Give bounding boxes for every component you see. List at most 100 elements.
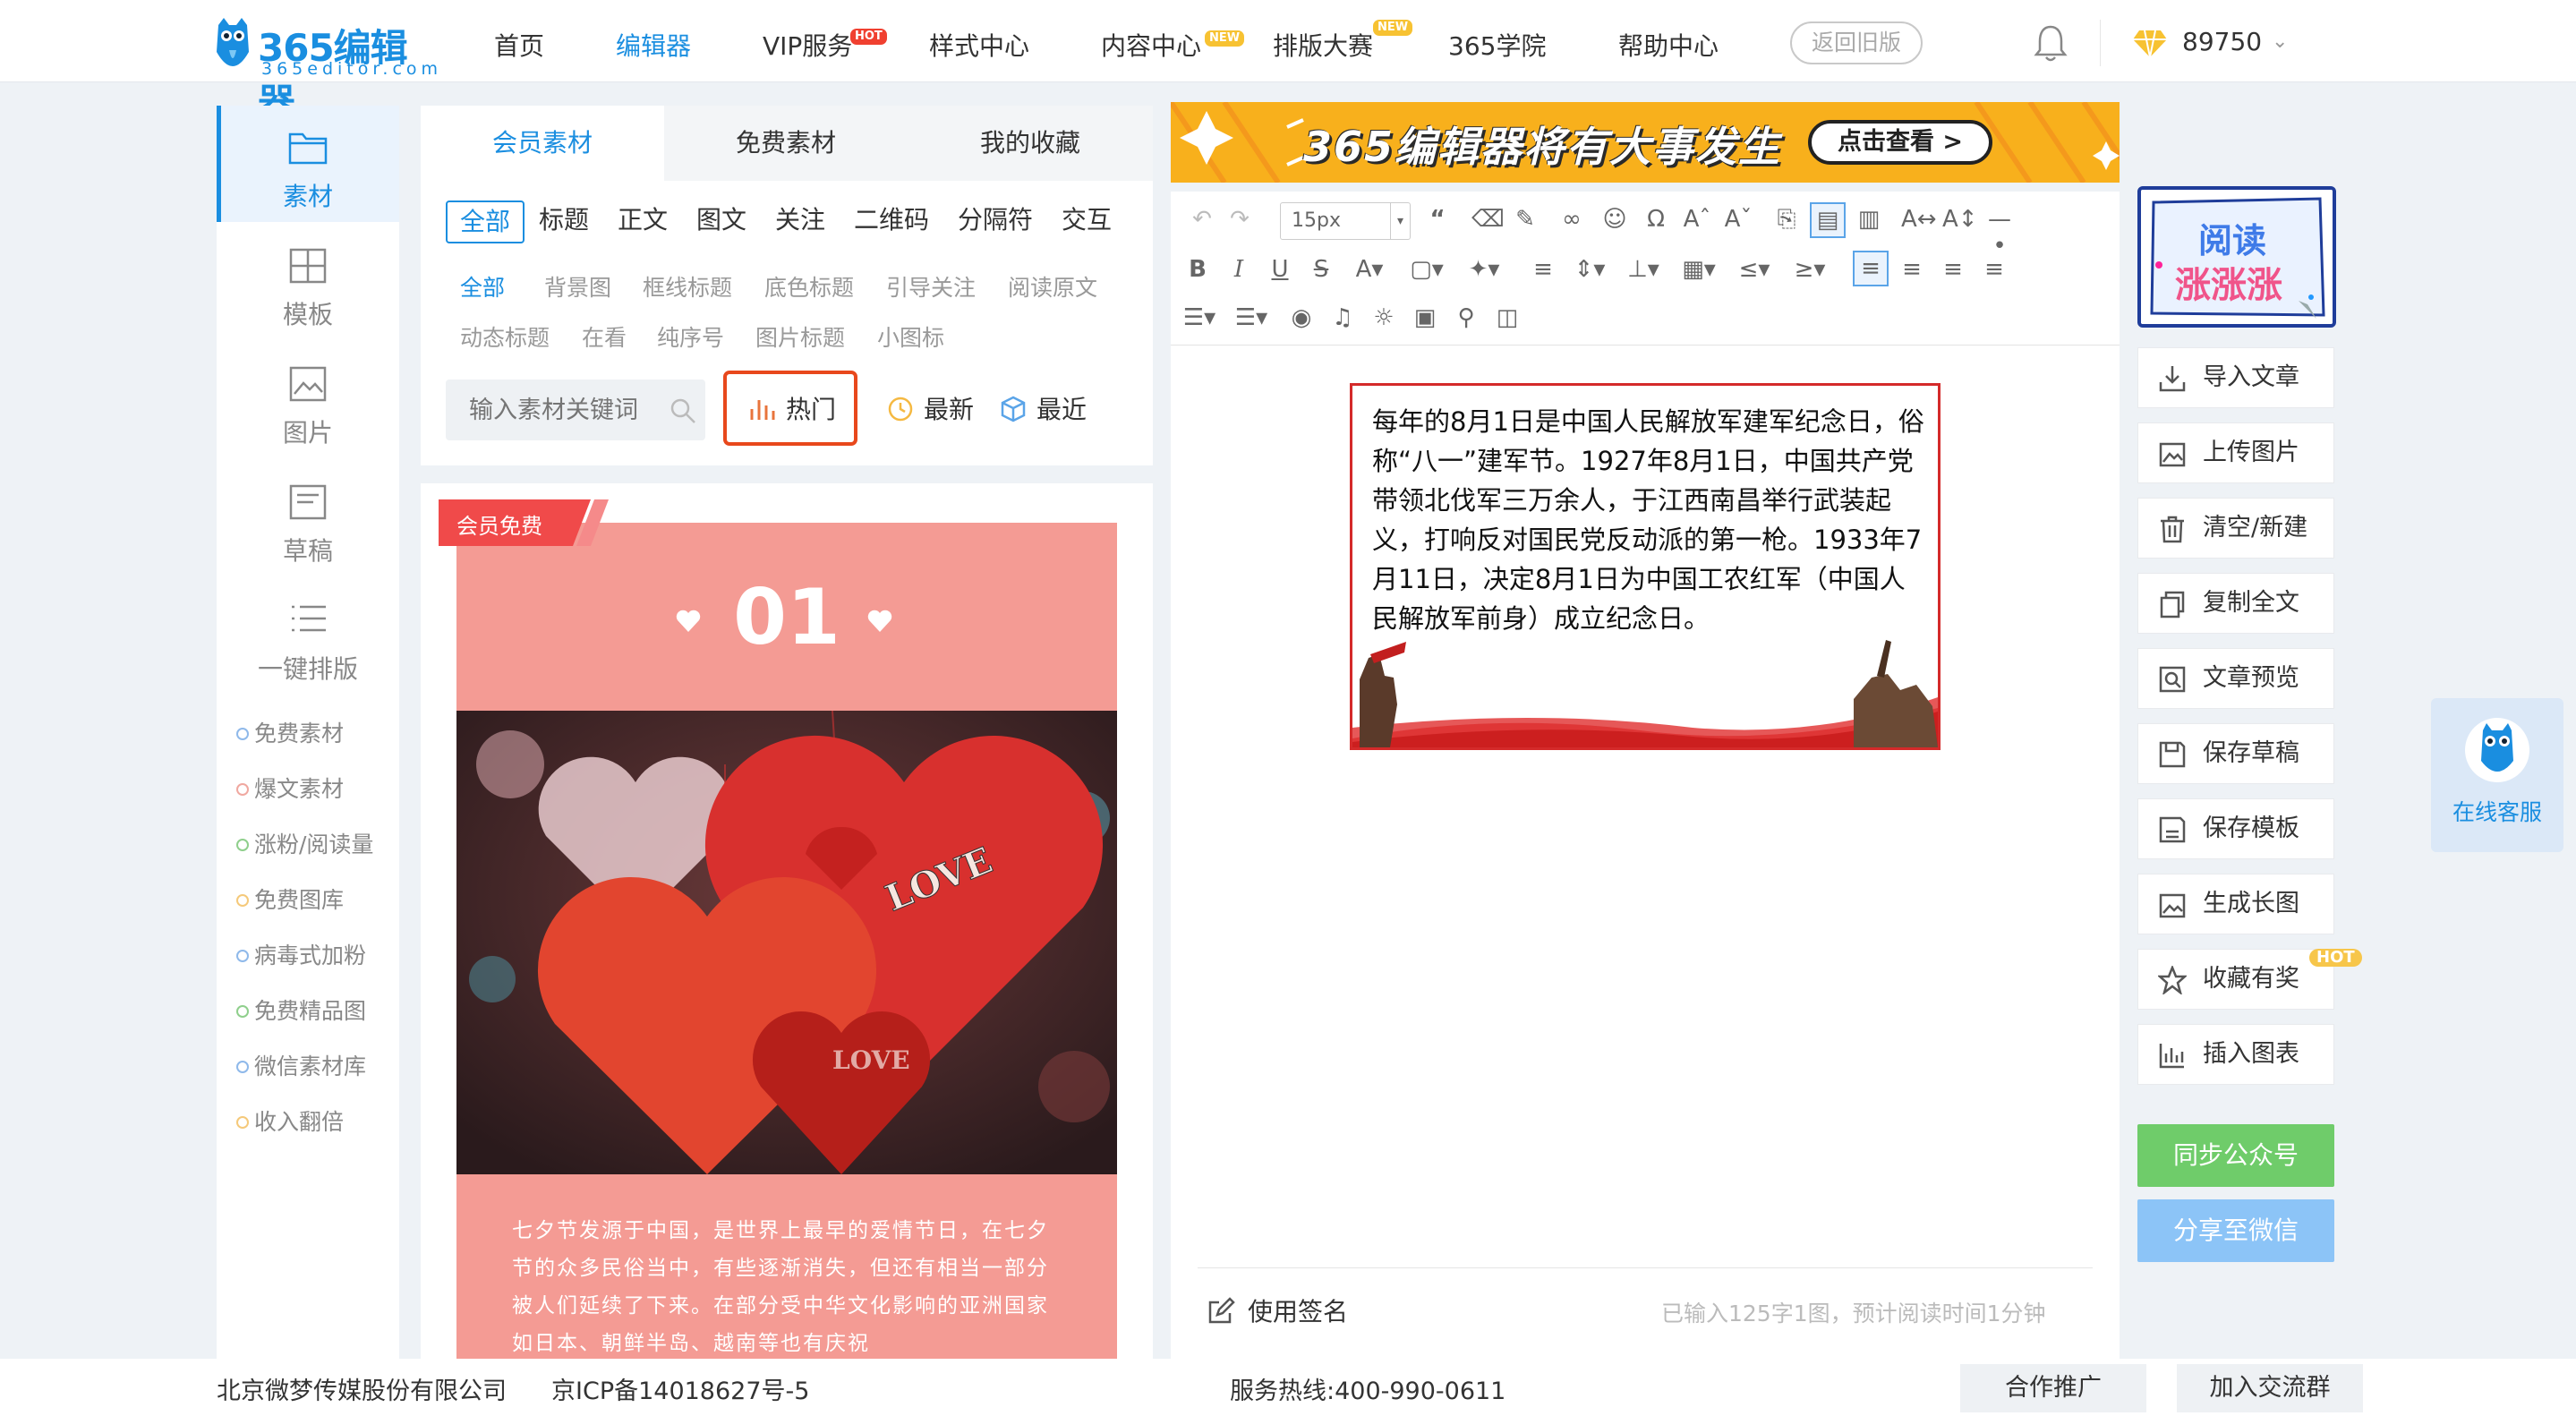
subcategory-item[interactable]: 引导关注 (886, 270, 976, 303)
border-icon[interactable]: ▢▾ (1405, 256, 1448, 283)
paste-icon[interactable]: ⎘ (1772, 206, 1801, 233)
category-follow[interactable]: 关注 (763, 200, 838, 243)
sort-hot-button[interactable]: 热门 (748, 390, 836, 426)
paragraph-before-icon[interactable]: ≤▾ (1733, 256, 1776, 283)
nav-content-center[interactable]: 内容中心 (1101, 27, 1201, 63)
tab-favorites[interactable]: 我的收藏 (908, 106, 1153, 181)
nav-help[interactable]: 帮助中心 (1618, 27, 1719, 63)
promo-banner[interactable]: 365编辑器将有大事发生 点击查看 > (1171, 102, 2120, 183)
favorite-reward-button[interactable]: 收藏有奖 (2137, 949, 2334, 1010)
use-signature-button[interactable]: 使用签名 (1207, 1292, 1348, 1328)
category-body[interactable]: 正文 (605, 200, 680, 243)
html-icon[interactable]: ◫ (1493, 304, 1522, 331)
subcategory-item[interactable]: 纯序号 (657, 320, 724, 353)
article-block[interactable]: 每年的8月1日是中国人民解放军建军纪念日，俗称“八一”建军节。1927年8月1日… (1350, 383, 1941, 750)
partner-button[interactable]: 合作推广 (1960, 1364, 2146, 1412)
subcategory-item[interactable]: 阅读原文 (1008, 270, 1097, 303)
upload-image-button[interactable]: 上传图片 (2137, 422, 2334, 483)
subcategory-item[interactable]: 在看 (582, 320, 627, 353)
align-center-icon[interactable]: ≡ (1898, 256, 1926, 283)
align-right-icon[interactable]: ≡ (1939, 256, 1967, 283)
magic-wand-icon[interactable]: ✦▾ (1463, 256, 1506, 283)
sort-newest-button[interactable]: 最新 (886, 390, 974, 426)
subcategory-all[interactable]: 全部 (460, 270, 505, 303)
category-all[interactable]: 全部 (446, 200, 525, 243)
special-char-icon[interactable]: Ω (1642, 206, 1670, 233)
sidebar-link[interactable]: 涨粉/阅读量 (236, 827, 373, 859)
sidebar-item-one-click-layout[interactable]: 一键排版 (217, 582, 399, 691)
subcategory-item[interactable]: 小图标 (877, 320, 944, 353)
find-replace-icon[interactable]: ⚲ (1452, 304, 1480, 331)
sidebar-link[interactable]: 爆文素材 (236, 772, 344, 804)
paragraph-after-icon[interactable]: ≥▾ (1788, 256, 1831, 283)
subcategory-item[interactable]: 动态标题 (460, 320, 550, 353)
subcategory-item[interactable]: 背景图 (544, 270, 611, 303)
category-interactive[interactable]: 交互 (1049, 200, 1124, 243)
unordered-list-icon[interactable]: ☰▾ (1230, 304, 1273, 331)
font-shrink-icon[interactable]: Aˇ (1724, 206, 1753, 233)
icp-number[interactable]: 京ICP备14018627号-5 (551, 1371, 809, 1406)
sidebar-link[interactable]: 收入翻倍 (236, 1105, 344, 1137)
sort-recent-button[interactable]: 最近 (999, 390, 1087, 426)
category-title[interactable]: 标题 (526, 200, 601, 243)
indent-icon[interactable]: ≡ (1529, 256, 1557, 283)
tab-free-materials[interactable]: 免费素材 (664, 106, 908, 181)
emoji-icon[interactable]: ☺ (1600, 206, 1629, 233)
join-group-button[interactable]: 加入交流群 (2177, 1364, 2363, 1412)
clear-new-button[interactable]: 清空/新建 (2137, 498, 2334, 559)
category-qrcode[interactable]: 二维码 (841, 200, 942, 243)
eraser-icon[interactable]: ⌫ (1471, 206, 1505, 233)
strikethrough-icon[interactable]: S (1307, 256, 1335, 283)
return-old-version-button[interactable]: 返回旧版 (1790, 21, 1923, 64)
redo-icon[interactable]: ↷ (1224, 206, 1255, 233)
sidebar-item-drafts[interactable]: 草稿 (217, 464, 399, 573)
bell-icon[interactable] (2032, 23, 2069, 63)
search-icon[interactable] (670, 397, 696, 424)
search-input[interactable] (446, 380, 661, 440)
sidebar-link[interactable]: 微信素材库 (236, 1049, 366, 1081)
insert-image-icon[interactable]: ▣ (1411, 304, 1439, 331)
indent-left-icon[interactable]: ▤ (1810, 202, 1846, 238)
underline-icon[interactable]: U (1266, 256, 1294, 283)
chevron-down-icon[interactable]: ⌄ (2272, 30, 2288, 53)
points-balance[interactable]: 89750 (2182, 27, 2262, 56)
insert-chart-button[interactable]: 插入图表 (2137, 1024, 2334, 1085)
sidebar-link[interactable]: 免费精品图 (236, 994, 366, 1026)
divider-line-icon[interactable]: —• (1983, 206, 2016, 260)
sidebar-link[interactable]: 病毒式加粉 (236, 938, 366, 970)
copy-all-button[interactable]: 复制全文 (2137, 573, 2334, 634)
sidebar-item-materials[interactable]: 素材 (217, 109, 399, 218)
sidebar-link[interactable]: 免费图库 (236, 883, 344, 915)
subcategory-item[interactable]: 底色标题 (764, 270, 854, 303)
letter-spacing-icon[interactable]: A↔ (1901, 206, 1937, 233)
music-icon[interactable]: ♫ (1328, 304, 1357, 331)
sidebar-item-templates[interactable]: 模板 (217, 227, 399, 337)
share-wechat-button[interactable]: 分享至微信 (2137, 1199, 2334, 1262)
font-grow-icon[interactable]: Aˆ (1683, 206, 1711, 233)
row-spacing-icon[interactable]: ⊥▾ (1622, 256, 1665, 283)
nav-vip[interactable]: VIP服务 (763, 27, 852, 63)
font-width-icon[interactable]: A↕ (1942, 206, 1978, 233)
tab-member-materials[interactable]: 会员素材 (421, 106, 664, 181)
banner-view-button[interactable]: 点击查看 > (1808, 120, 1992, 165)
brand-logo[interactable]: 365编辑器 365editor.com (213, 16, 438, 124)
link-icon[interactable]: ∞ (1557, 206, 1586, 233)
read-promo-card[interactable]: 阅读 涨涨涨 (2137, 186, 2336, 328)
font-size-select[interactable]: 15px ▾ (1280, 202, 1411, 240)
italic-icon[interactable]: I (1224, 256, 1253, 283)
article-text[interactable]: 每年的8月1日是中国人民解放军建军纪念日，俗称“八一”建军节。1927年8月1日… (1372, 402, 1925, 638)
table-icon[interactable]: ▦▾ (1677, 256, 1720, 283)
customer-service-widget[interactable]: 在线客服 (2431, 698, 2563, 852)
article-preview-button[interactable]: 文章预览 (2137, 648, 2334, 709)
ordered-list-icon[interactable]: ☰▾ (1178, 304, 1221, 331)
nav-style-center[interactable]: 样式中心 (929, 27, 1029, 63)
video-icon[interactable]: ◉ (1287, 304, 1316, 331)
save-draft-button[interactable]: 保存草稿 (2137, 723, 2334, 784)
subcategory-item[interactable]: 图片标题 (755, 320, 845, 353)
format-brush-icon[interactable]: ✎ (1511, 206, 1540, 233)
category-image-text[interactable]: 图文 (684, 200, 759, 243)
nav-home[interactable]: 首页 (494, 27, 544, 63)
import-article-button[interactable]: 导入文章 (2137, 347, 2334, 408)
sync-wechat-button[interactable]: 同步公众号 (2137, 1124, 2334, 1187)
align-left-icon[interactable]: ≡ (1853, 251, 1889, 286)
